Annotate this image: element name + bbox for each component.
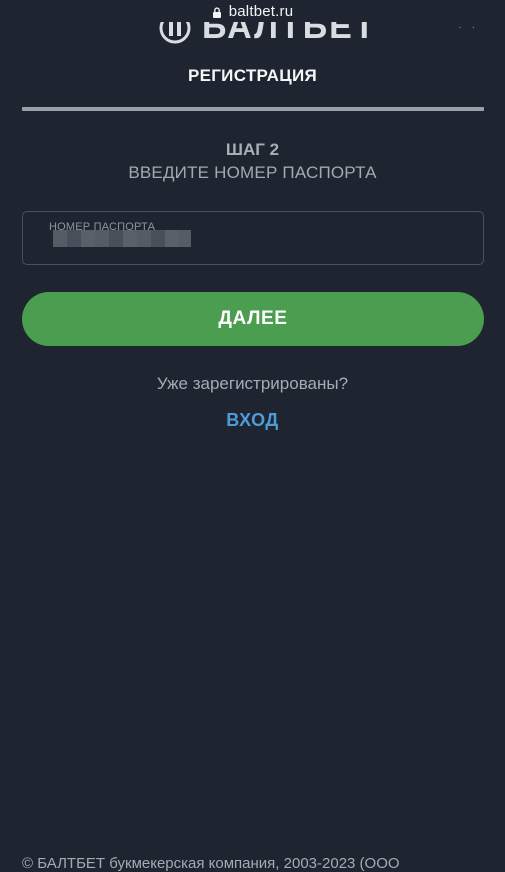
next-button[interactable]: ДАЛЕЕ [22,292,484,346]
footer-copyright: © БАЛТБЕТ букмекерская компания, 2003-20… [22,855,400,872]
browser-url-bar[interactable]: baltbet.ru [0,0,505,22]
brand-logo-text: БАЛТБЕТ [202,22,377,44]
login-link[interactable]: ВХОД [226,410,278,430]
browser-url: baltbet.ru [228,2,294,20]
page-title: РЕГИСТРАЦИЯ [187,66,318,85]
passport-field[interactable]: НОМЕР ПАСПОРТА [22,211,484,265]
baltbet-logo-icon [159,22,191,43]
passport-input[interactable] [23,212,483,264]
menu-dots-icon[interactable]: ·· [458,22,485,33]
brand-logo[interactable]: БАЛТБЕТ [158,22,377,44]
login-link-wrap: ВХОД [0,410,505,431]
registration-page: baltbet.ru БАЛТБЕТ ·· РЕГИСТРАЦИЯ ШАГ 2 … [0,0,505,872]
step-instruction: ВВЕДИТЕ НОМЕР ПАСПОРТА [128,163,377,182]
step-number: ШАГ 2 [225,140,280,159]
logo-area: БАЛТБЕТ [0,22,505,44]
progress-divider [22,107,484,111]
lock-icon [212,6,221,18]
already-registered-text: Уже зарегистрированы? [156,374,349,393]
